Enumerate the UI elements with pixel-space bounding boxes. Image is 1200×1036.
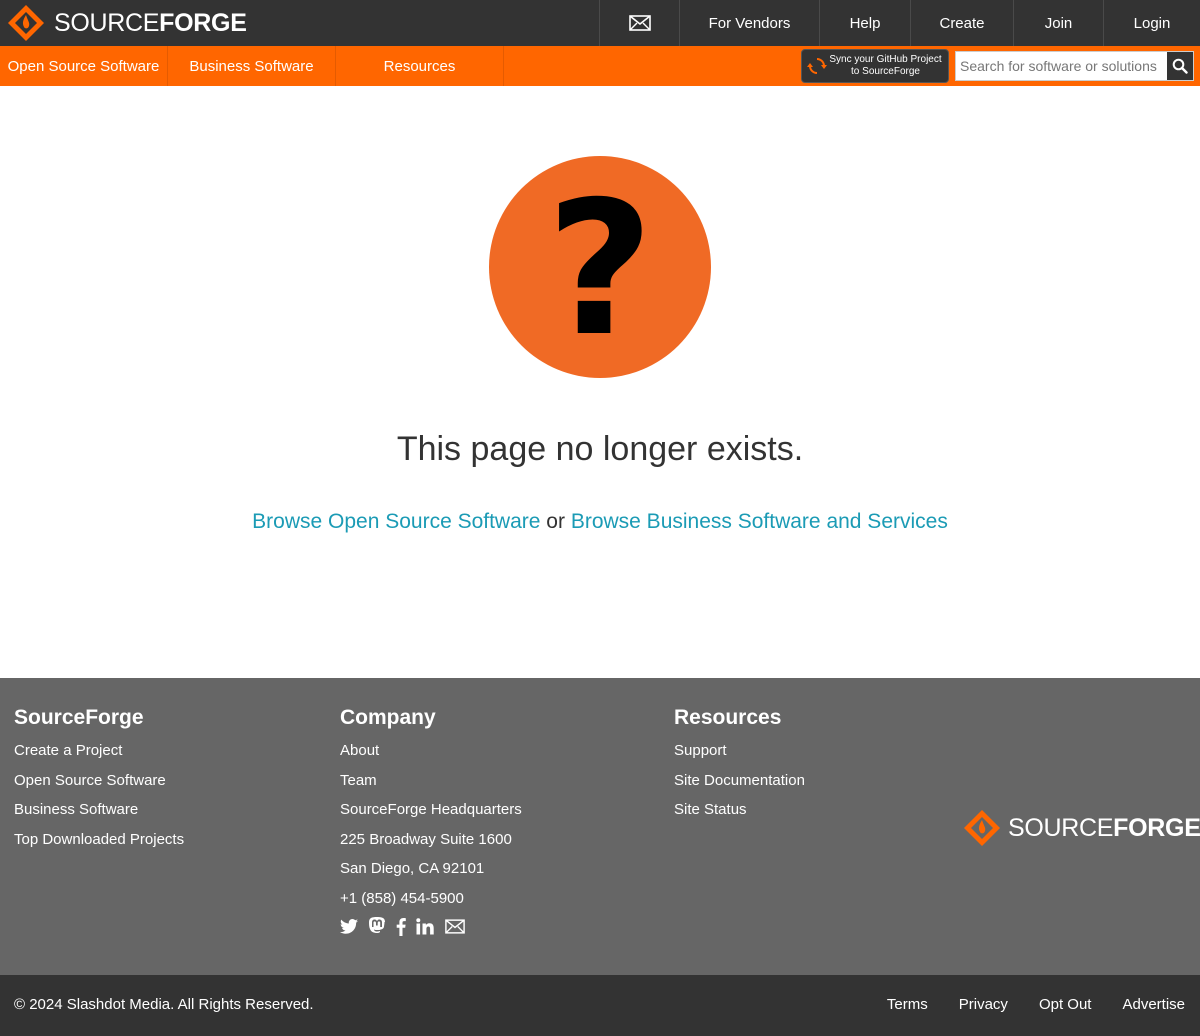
- bottom-bar: © 2024 Slashdot Media. All Rights Reserv…: [0, 975, 1200, 1036]
- footer-col-title: Resources: [674, 706, 782, 729]
- footer-col-company: Company About Team SourceForge Headquart…: [340, 706, 522, 936]
- error-message: This page no longer exists.: [396, 430, 804, 468]
- sync-line-1: Sync your GitHub Project: [829, 54, 942, 65]
- search-button[interactable]: [1167, 52, 1193, 80]
- sync-line-2: to SourceForge: [851, 66, 920, 77]
- logo-text-bold: FORGE: [159, 8, 247, 37]
- terms-link[interactable]: Terms: [887, 996, 928, 1013]
- search-box: [955, 51, 1194, 81]
- sync-github-button[interactable]: Sync your GitHub Project to SourceForge: [801, 49, 949, 83]
- sourceforge-logo[interactable]: SOURCEFORGE: [6, 4, 247, 42]
- footer-link-open-source[interactable]: Open Source Software: [14, 772, 184, 790]
- opt-out-link[interactable]: Opt Out: [1039, 996, 1092, 1013]
- footer-link-about[interactable]: About: [340, 742, 522, 760]
- legal-links: Terms Privacy Opt Out Advertise: [887, 996, 1185, 1013]
- browse-links: Browse Open Source Software or Browse Bu…: [0, 510, 1200, 534]
- footer-col-resources: Resources Support Site Documentation Sit…: [674, 706, 805, 831]
- nav-join[interactable]: Join: [1013, 0, 1103, 46]
- social-links: [340, 917, 522, 936]
- footer-hq-label: SourceForge Headquarters: [340, 801, 522, 818]
- advertise-link[interactable]: Advertise: [1122, 996, 1185, 1013]
- footer-link-top-downloaded[interactable]: Top Downloaded Projects: [14, 831, 184, 849]
- footer-phone[interactable]: +1 (858) 454-5900: [340, 890, 522, 908]
- question-mark-icon: ?: [489, 156, 711, 378]
- subnav-business-software[interactable]: Business Software: [168, 46, 336, 86]
- footer-link-create-project[interactable]: Create a Project: [14, 742, 184, 760]
- linkedin-icon[interactable]: [416, 918, 435, 935]
- or-text: or: [546, 510, 565, 533]
- envelope-icon[interactable]: [445, 919, 465, 934]
- footer-address-line2: San Diego, CA 92101: [340, 860, 485, 877]
- nav-create[interactable]: Create: [910, 0, 1013, 46]
- footer-col-title: Company: [340, 706, 436, 729]
- footer-col-sourceforge: SourceForge Create a Project Open Source…: [14, 706, 184, 860]
- sync-github-label: Sync your GitHub Project to SourceForge: [827, 54, 948, 78]
- footer-link-support[interactable]: Support: [674, 742, 805, 760]
- envelope-icon: [628, 15, 651, 31]
- mastodon-icon[interactable]: [368, 917, 386, 936]
- privacy-link[interactable]: Privacy: [959, 996, 1008, 1013]
- footer: SourceForge Create a Project Open Source…: [0, 678, 1200, 975]
- footer-link-site-documentation[interactable]: Site Documentation: [674, 772, 805, 790]
- logo-text-bold: FORGE: [1113, 813, 1200, 842]
- browse-open-source-link[interactable]: Browse Open Source Software: [252, 510, 540, 533]
- footer-link-business[interactable]: Business Software: [14, 801, 184, 819]
- copyright-text: © 2024 Slashdot Media. All Rights Reserv…: [14, 996, 314, 1013]
- sourceforge-logo-icon: [964, 810, 1000, 846]
- logo-text-light: SOURCE: [1008, 813, 1114, 842]
- twitter-icon[interactable]: [340, 919, 358, 934]
- facebook-icon[interactable]: [396, 917, 406, 936]
- footer-link-team[interactable]: Team: [340, 772, 522, 790]
- sync-icon: [807, 58, 827, 74]
- browse-business-link[interactable]: Browse Business Software and Services: [571, 510, 948, 533]
- footer-link-site-status[interactable]: Site Status: [674, 801, 805, 819]
- sub-header: Open Source Software Business Software R…: [0, 46, 1200, 86]
- top-nav: For Vendors Help Create Join Login: [599, 0, 1200, 46]
- sourceforge-logo-icon: [8, 5, 44, 41]
- nav-for-vendors[interactable]: For Vendors: [679, 0, 819, 46]
- mail-button[interactable]: [599, 0, 679, 46]
- subnav-resources[interactable]: Resources: [336, 46, 504, 86]
- nav-help[interactable]: Help: [819, 0, 910, 46]
- footer-logo-wordmark: SOURCEFORGE: [1008, 814, 1200, 843]
- question-glyph: ?: [546, 160, 654, 377]
- footer-address-line1: 225 Broadway Suite 1600: [340, 830, 512, 848]
- logo-wordmark: SOURCEFORGE: [54, 9, 247, 38]
- footer-col-title: SourceForge: [14, 706, 144, 729]
- search-icon: [1172, 58, 1188, 74]
- sub-nav: Open Source Software Business Software R…: [0, 46, 504, 86]
- search-input[interactable]: [956, 52, 1167, 80]
- footer-sourceforge-logo[interactable]: SOURCEFORGE: [962, 809, 1200, 847]
- top-header: SOURCEFORGE For Vendors Help Create Join…: [0, 0, 1200, 46]
- subnav-open-source-software[interactable]: Open Source Software: [0, 46, 168, 86]
- logo-text-light: SOURCE: [54, 8, 160, 37]
- nav-login[interactable]: Login: [1103, 0, 1200, 46]
